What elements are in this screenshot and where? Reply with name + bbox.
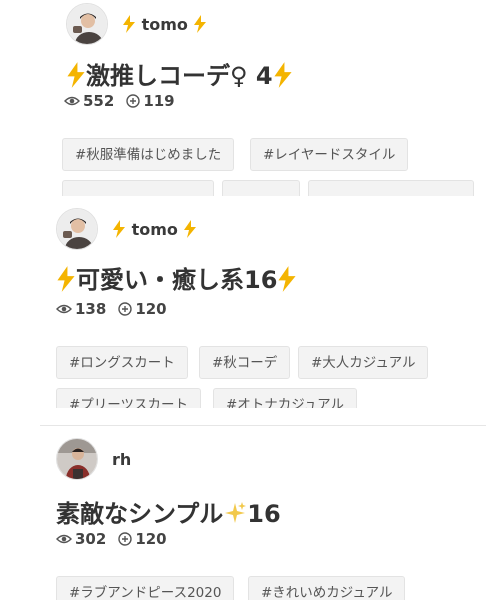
eye-icon [64,96,80,106]
avatar[interactable] [56,208,98,250]
lightning-icon [123,14,135,33]
username-text: tomo [131,219,178,239]
tag[interactable]: #ロングスカート [56,346,188,379]
post-stats: 552 119 [64,92,175,110]
user-row: tomo [56,208,197,250]
view-count: 302 [56,530,106,548]
post-title[interactable]: 素敵なシンプル 16 [56,494,281,529]
tag[interactable]: #きれいめカジュアル [248,576,406,600]
tag[interactable] [222,180,300,196]
tag[interactable]: #プリーツスカート [56,388,202,408]
tag[interactable]: #ラブアンドピース2020 [56,576,235,600]
avatar[interactable] [66,3,108,45]
tag[interactable]: #レイヤードスタイル [250,138,409,171]
post-title-number: 16 [247,500,281,528]
plus-circle-icon [118,302,133,316]
post-card[interactable]: tomo 可愛い・癒し系16 138 120 #ロングスカート #秋コーデ #大… [40,196,486,408]
tag[interactable]: #大人カジュアル [298,346,429,379]
user-row: rh [56,438,131,480]
username-text: tomo [141,14,188,34]
username-text: rh [112,449,132,469]
lightning-icon [194,14,207,33]
username[interactable]: tomo [112,219,197,239]
clip-count: 120 [118,530,167,548]
eye-icon [56,534,72,544]
lightning-icon [113,219,125,238]
username[interactable]: tomo [122,14,207,34]
view-count: 552 [64,92,114,110]
post-title[interactable]: 激推しコーデ♀ 4 [66,56,293,91]
post-title[interactable]: 可愛い・癒し系16 [56,260,297,295]
lightning-icon [57,266,75,292]
post-title-text: 可愛い・癒し系16 [76,266,278,294]
lightning-icon [184,219,197,238]
tag[interactable]: #秋服準備はじめました [62,138,235,171]
lightning-icon [278,266,296,292]
post-title-text: 素敵なシンプル [56,500,224,528]
plus-circle-icon [118,532,133,546]
eye-icon [56,304,72,314]
post-title-text: 激推しコーデ♀ 4 [86,62,273,90]
username[interactable]: rh [112,450,131,469]
clip-count: 120 [118,300,167,318]
tag[interactable]: #秋コーデ [199,346,291,379]
tag[interactable] [308,180,474,196]
post-card[interactable]: tomo 激推しコーデ♀ 4 552 119 #秋服準備はじめました #レイヤー… [58,0,488,196]
sparkles-icon [225,502,247,523]
tag[interactable] [62,180,214,196]
lightning-icon [274,62,292,88]
clip-count: 119 [126,92,175,110]
user-row: tomo [66,3,207,45]
post-stats: 138 120 [56,300,167,318]
view-count: 138 [56,300,106,318]
post-stats: 302 120 [56,530,167,548]
avatar[interactable] [56,438,98,480]
tag[interactable]: #オトナカジュアル [213,388,357,408]
plus-circle-icon [126,94,141,108]
post-card[interactable]: rh 素敵なシンプル 16 302 120 #ラブアンドピース2020 #きれいめ… [40,426,486,600]
lightning-icon [67,62,85,88]
